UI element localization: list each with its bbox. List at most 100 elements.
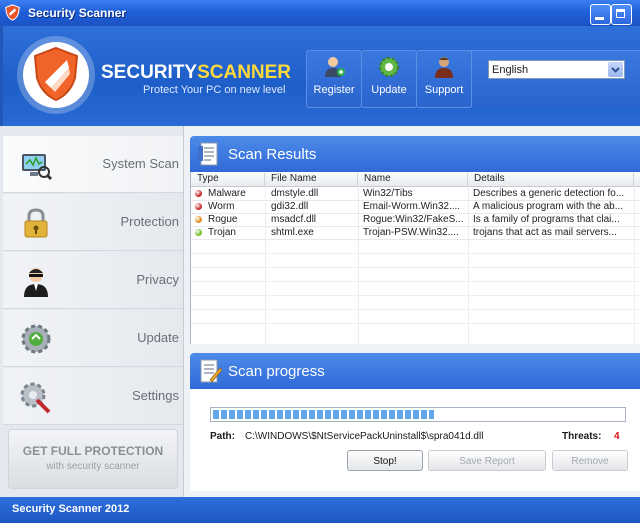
gear-wrench-icon (20, 382, 51, 414)
threats-label: Threats: (562, 431, 602, 442)
report-pencil-icon (200, 359, 222, 383)
path-label: Path: (210, 431, 235, 442)
cell-file-name: dmstyle.dll (271, 188, 319, 199)
scan-results-table: Type File Name Name Details Malware dmsty… (190, 172, 640, 344)
window-title: Security Scanner (28, 6, 127, 20)
sidebar-item-system-scan[interactable]: System Scan (3, 136, 183, 193)
cell-type: Worm (195, 200, 265, 213)
row-divider (191, 295, 640, 296)
cell-name: Email-Worm.Win32.... (363, 201, 461, 212)
app-shield-icon (5, 4, 20, 21)
cell-name: Win32/Tibs (363, 188, 413, 199)
cell-details: Is a family of programs that clai... (473, 214, 620, 225)
scan-progress-title: Scan progress (228, 363, 325, 380)
cell-file-name: msadcf.dll (271, 214, 317, 225)
logo-shield-icon (17, 36, 95, 114)
type-text: Rogue (208, 214, 238, 225)
get-full-line2: with security scanner (46, 461, 140, 472)
gear-refresh-icon (21, 324, 51, 354)
cell-type: Malware (195, 187, 265, 200)
cell-details: Describes a generic detection fo... (473, 188, 625, 199)
status-footer: Security Scanner 2012 (0, 497, 640, 523)
cell-type: Trojan (195, 226, 265, 239)
threats-count: 4 (614, 431, 620, 442)
get-full-line1: GET FULL PROTECTION (22, 444, 164, 458)
remove-button[interactable]: Remove (552, 450, 628, 471)
table-row[interactable]: Trojan shtml.exe Trojan-PSW.Win32.... troja… (191, 226, 640, 240)
title-bar: Security Scanner (0, 0, 640, 26)
threat-level-icon (195, 203, 202, 210)
sidebar-item-label: Settings (132, 388, 179, 403)
progress-fill (213, 410, 435, 419)
scan-results-title: Scan Results (228, 146, 317, 163)
gear-refresh-icon (379, 57, 399, 77)
update-label: Update (371, 84, 407, 96)
cell-details: A malicious program with the ab... (473, 201, 624, 212)
update-button[interactable]: Update (361, 50, 417, 108)
magnifier-monitor-icon (22, 154, 53, 181)
type-text: Malware (208, 188, 246, 199)
scan-progress-bar (210, 407, 626, 422)
column-divider (358, 186, 359, 344)
register-label: Register (313, 84, 355, 96)
user-add-icon (325, 57, 345, 77)
table-row[interactable]: Rogue msadcf.dll Rogue:Win32/FakeS... Is a … (191, 213, 640, 227)
brand-part-1: SECURITY (101, 62, 198, 83)
path-value: C:\WINDOWS\$NtServicePackUninstall$\spra… (245, 431, 484, 442)
cell-name: Trojan-PSW.Win32.... (363, 227, 459, 238)
row-divider (191, 323, 640, 324)
support-agent-icon (435, 57, 453, 78)
sidebar-item-protection[interactable]: Protection (3, 194, 183, 251)
support-button[interactable]: Support (416, 50, 472, 108)
sidebar-item-label: Update (137, 330, 179, 345)
sidebar: System Scan Protection Privacy Update Se… (0, 126, 184, 497)
minimize-icon (595, 17, 604, 20)
scan-results-header: Scan Results (190, 136, 640, 172)
cell-file-name: shtml.exe (271, 227, 314, 238)
row-divider (191, 309, 640, 310)
sidebar-item-update[interactable]: Update (3, 310, 183, 367)
tagline: Protect Your PC on new level (143, 84, 286, 96)
column-header-details[interactable]: Details (468, 173, 634, 186)
column-divider (468, 186, 469, 344)
scan-progress-header: Scan progress (190, 353, 640, 389)
maximize-icon (616, 9, 625, 18)
column-header-file-name[interactable]: File Name (265, 173, 358, 186)
save-report-button[interactable]: Save Report (428, 450, 546, 471)
table-row[interactable]: Malware dmstyle.dll Win32/Tibs Describes a … (191, 187, 640, 201)
sidebar-item-label: Protection (120, 214, 179, 229)
cell-details: trojans that act as mail servers... (473, 227, 617, 238)
table-header: Type File Name Name Details (191, 172, 640, 187)
get-full-protection-button[interactable]: GET FULL PROTECTION with security scanne… (8, 429, 178, 489)
language-select[interactable]: English (488, 60, 625, 79)
footer-text: Security Scanner 2012 (12, 503, 130, 515)
support-label: Support (424, 84, 464, 96)
chevron-down-icon[interactable] (608, 62, 623, 77)
sidebar-item-label: System Scan (102, 156, 179, 171)
column-header-type[interactable]: Type (191, 173, 265, 186)
type-text: Trojan (208, 227, 236, 238)
column-header-name[interactable]: Name (358, 173, 468, 186)
padlock-icon (24, 208, 48, 238)
sidebar-item-label: Privacy (136, 272, 179, 287)
column-divider (634, 186, 635, 344)
threat-level-icon (195, 229, 202, 236)
row-divider (191, 281, 640, 282)
maximize-button[interactable] (611, 4, 632, 25)
table-row[interactable]: Worm gdi32.dll Email-Worm.Win32.... A malic… (191, 200, 640, 214)
cell-file-name: gdi32.dll (271, 201, 309, 212)
register-button[interactable]: Register (306, 50, 362, 108)
row-divider (191, 253, 640, 254)
cell-type: Rogue (195, 213, 265, 226)
scan-progress-panel: Path: C:\WINDOWS\$NtServicePackUninstall… (190, 389, 640, 491)
minimize-button[interactable] (590, 4, 611, 25)
stop-button[interactable]: Stop! (347, 450, 423, 471)
brand-name: SECURITYSCANNER (101, 62, 291, 84)
row-divider (191, 267, 640, 268)
threat-level-icon (195, 190, 202, 197)
language-value: English (492, 64, 529, 76)
brand-part-2: SCANNER (197, 62, 292, 83)
spy-person-icon (24, 268, 48, 297)
sidebar-item-privacy[interactable]: Privacy (3, 252, 183, 309)
sidebar-item-settings[interactable]: Settings (3, 368, 183, 425)
